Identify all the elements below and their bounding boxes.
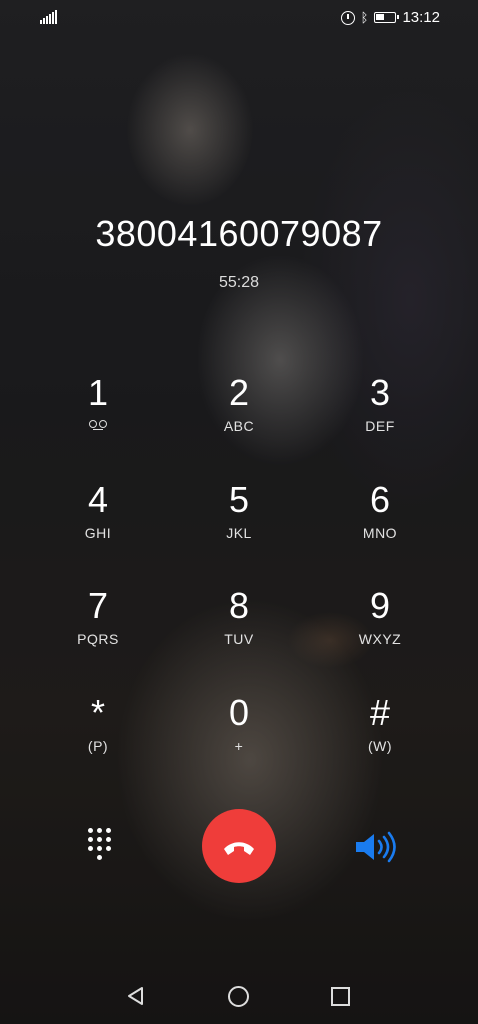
key-0[interactable]: 0 + [169, 692, 309, 782]
bluetooth-icon: ᛒ [360, 9, 369, 25]
status-time: 13:12 [402, 9, 440, 26]
battery-icon [374, 12, 400, 23]
status-icons: ᛒ 13:12 [340, 9, 440, 26]
dialpad-icon[interactable] [82, 826, 118, 866]
key-7[interactable]: 7 PQRS [28, 585, 168, 675]
key-digit: 4 [87, 479, 109, 520]
key-letters: ABC [223, 418, 255, 434]
key-3[interactable]: 3 DEF [310, 372, 450, 462]
key-digit: # [369, 692, 391, 733]
key-digit: 2 [228, 372, 250, 413]
key-4[interactable]: 4 GHI [28, 479, 168, 569]
key-letters: DEF [365, 418, 395, 434]
key-letters: WXYZ [358, 631, 402, 647]
key-1[interactable]: 1 [28, 372, 168, 462]
navigation-bar [0, 970, 478, 1024]
key-digit: 5 [228, 479, 250, 520]
key-digit: 9 [369, 585, 391, 626]
call-phone-number: 38004160079087 [95, 213, 383, 254]
key-digit: 0 [228, 692, 250, 733]
key-letters: (P) [87, 738, 109, 754]
key-letters: JKL [226, 525, 252, 541]
key-letters: + [234, 738, 244, 754]
home-icon[interactable] [228, 986, 249, 1007]
end-call-button[interactable] [202, 809, 276, 883]
key-star[interactable]: * (P) [28, 692, 168, 782]
key-digit: 6 [369, 479, 391, 520]
key-hash[interactable]: # (W) [310, 692, 450, 782]
key-letters: (W) [367, 738, 393, 754]
key-letters: MNO [362, 525, 398, 541]
key-digit: 7 [87, 585, 109, 626]
key-8[interactable]: 8 TUV [169, 585, 309, 675]
key-digit: * [90, 692, 105, 733]
key-digit: 3 [369, 372, 391, 413]
end-call-icon [224, 842, 254, 855]
back-icon[interactable] [126, 986, 146, 1011]
alarm-icon [340, 10, 355, 25]
key-digit: 8 [228, 585, 250, 626]
signal-icon [40, 10, 57, 24]
key-9[interactable]: 9 WXYZ [310, 585, 450, 675]
voicemail-icon [89, 420, 107, 430]
speaker-icon[interactable] [354, 830, 400, 864]
key-6[interactable]: 6 MNO [310, 479, 450, 569]
key-letters: TUV [224, 631, 254, 647]
key-2[interactable]: 2 ABC [169, 372, 309, 462]
recent-apps-icon[interactable] [331, 987, 350, 1006]
status-bar: ᛒ 13:12 [0, 0, 478, 36]
key-digit: 1 [87, 372, 109, 413]
key-5[interactable]: 5 JKL [169, 479, 309, 569]
key-letters: GHI [84, 525, 112, 541]
key-letters: PQRS [77, 631, 119, 647]
call-duration: 55:28 [218, 274, 260, 291]
